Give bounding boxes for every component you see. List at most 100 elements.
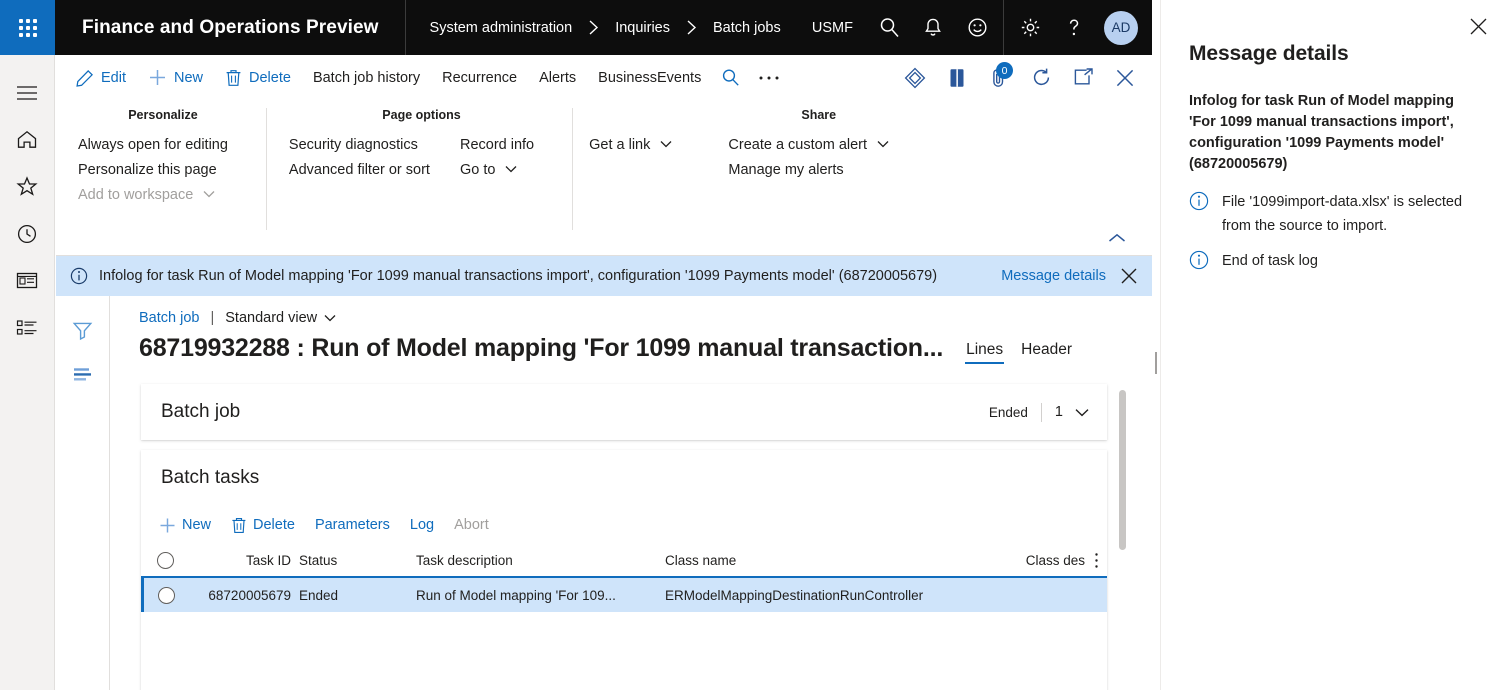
add-to-workspace-link: Add to workspace [78, 183, 248, 208]
personalize-this-page-link[interactable]: Personalize this page [78, 158, 248, 183]
new-button[interactable]: New [137, 55, 214, 100]
breadcrumb-item-batch-jobs[interactable]: Batch jobs [713, 20, 781, 36]
select-all-radio[interactable] [141, 552, 189, 569]
info-icon [70, 267, 88, 285]
app-launcher-button[interactable] [0, 0, 55, 55]
go-to-link[interactable]: Go to [460, 158, 554, 183]
list-item: File '1099import-data.xlsx' is selected … [1189, 190, 1484, 238]
filter-funnel-icon[interactable] [56, 308, 110, 352]
feedback-smiley-icon[interactable] [955, 0, 999, 55]
company-selector[interactable]: USMF [812, 20, 853, 36]
grid-options-kebab-icon[interactable] [1085, 552, 1107, 569]
content-scrollbar[interactable] [1119, 390, 1126, 680]
message-details-close-button[interactable] [1462, 10, 1494, 42]
page-title-row: 68719932288 : Run of Model mapping 'For … [111, 326, 1152, 366]
always-open-for-editing-link[interactable]: Always open for editing [78, 133, 248, 158]
collapse-action-pane-button[interactable] [1100, 225, 1134, 251]
create-a-custom-alert-link[interactable]: Create a custom alert [728, 133, 909, 158]
message-text: File '1099import-data.xlsx' is selected … [1222, 194, 1463, 234]
security-diagnostics-link[interactable]: Security diagnostics [289, 133, 450, 158]
modules-list-icon[interactable] [0, 304, 55, 351]
notification-bell-icon[interactable] [911, 0, 955, 55]
column-header-class-description[interactable]: Class des [1011, 553, 1085, 568]
recurrence-label: Recurrence [442, 69, 518, 86]
column-header-status[interactable]: Status [299, 553, 416, 568]
popout-icon[interactable] [1062, 55, 1104, 100]
business-events-button[interactable]: BusinessEvents [587, 55, 712, 100]
power-bi-icon[interactable] [894, 55, 936, 100]
close-icon[interactable] [1104, 55, 1146, 100]
plus-icon [148, 68, 167, 87]
show-filters-icon[interactable] [56, 352, 110, 396]
breadcrumb-item-system-administration[interactable]: System administration [430, 20, 573, 36]
column-header-task-description[interactable]: Task description [416, 553, 665, 568]
help-question-icon[interactable] [1052, 0, 1096, 55]
column-header-task-id[interactable]: Task ID [189, 553, 299, 568]
tasks-log-button[interactable]: Log [400, 506, 444, 544]
content-breadcrumb-row: Batch job | Standard view [111, 296, 1152, 326]
topbar-divider [1003, 0, 1004, 55]
batch-job-panel-header[interactable]: Batch job Ended 1 [141, 384, 1107, 440]
trash-icon [225, 69, 242, 87]
alerts-button[interactable]: Alerts [528, 55, 587, 100]
business-events-label: BusinessEvents [598, 69, 702, 86]
left-navigation-rail [0, 55, 55, 690]
batch-job-breadcrumb-link[interactable]: Batch job [139, 310, 199, 326]
page-title: 68719932288 : Run of Model mapping 'For … [139, 334, 944, 362]
favorites-star-icon[interactable] [0, 163, 55, 210]
alerts-label: Alerts [539, 69, 577, 86]
scrollbar-thumb[interactable] [1119, 390, 1126, 550]
batch-job-panel-summary: Ended 1 [989, 402, 1089, 422]
hamburger-menu-icon[interactable] [0, 69, 55, 116]
column-header-class-name[interactable]: Class name [665, 553, 1011, 568]
recent-clock-icon[interactable] [0, 210, 55, 257]
tab-header[interactable]: Header [1012, 341, 1081, 364]
office-icon[interactable] [936, 55, 978, 100]
panel-splitter-handle[interactable] [1153, 352, 1158, 374]
batch-tasks-panel-header[interactable]: Batch tasks [141, 450, 1107, 506]
info-icon [1189, 249, 1209, 273]
advanced-filter-or-sort-link[interactable]: Advanced filter or sort [289, 158, 450, 183]
panels-container: Batch job Ended 1 Batch tasks New Delete… [111, 366, 1152, 690]
table-row[interactable]: 68720005679 Ended Run of Model mapping '… [141, 578, 1107, 612]
tasks-new-button[interactable]: New [149, 506, 221, 544]
edit-button[interactable]: Edit [65, 55, 137, 100]
message-details-link[interactable]: Message details [1001, 268, 1106, 284]
attachments-icon[interactable]: 0 [978, 55, 1020, 100]
tasks-delete-button[interactable]: Delete [221, 506, 305, 544]
action-group-get-a-link: Get a link [572, 108, 710, 230]
batch-job-panel-title: Batch job [161, 401, 241, 422]
row-select-radio[interactable] [144, 586, 189, 604]
chevron-down-icon[interactable] [1075, 408, 1089, 417]
overflow-menu-button[interactable] [749, 55, 789, 100]
refresh-icon[interactable] [1020, 55, 1062, 100]
grid-empty-area [141, 612, 1107, 690]
tasks-parameters-button[interactable]: Parameters [305, 506, 400, 544]
content-tabs: Lines Header [957, 341, 1081, 366]
manage-my-alerts-link[interactable]: Manage my alerts [728, 158, 909, 183]
batch-job-history-button[interactable]: Batch job history [302, 55, 431, 100]
batch-tasks-panel-title: Batch tasks [161, 467, 260, 488]
delete-button[interactable]: Delete [214, 55, 302, 100]
avatar[interactable]: AD [1104, 10, 1138, 45]
search-icon[interactable] [867, 0, 911, 55]
record-info-link[interactable]: Record info [460, 133, 554, 158]
workspaces-icon[interactable] [0, 257, 55, 304]
command-search-button[interactable] [712, 55, 749, 100]
get-a-link-link[interactable]: Get a link [589, 133, 692, 158]
radio-icon [156, 552, 174, 569]
cell-task-description: Run of Model mapping 'For 109... [416, 587, 616, 603]
batch-tasks-grid: Task ID Status Task description Class na… [141, 544, 1107, 690]
settings-gear-icon[interactable] [1008, 0, 1052, 55]
breadcrumb-item-inquiries[interactable]: Inquiries [615, 20, 670, 36]
recurrence-button[interactable]: Recurrence [431, 55, 528, 100]
message-bar-close-button[interactable] [1106, 256, 1152, 296]
waffle-grid-icon [18, 18, 37, 37]
action-group-share: Share Create a custom alert Manage my al… [710, 108, 927, 230]
view-selector[interactable]: Standard view [225, 310, 336, 326]
action-group-personalize: Personalize Always open for editing Pers… [56, 108, 266, 230]
grid-header-row: Task ID Status Task description Class na… [141, 544, 1107, 578]
new-label: New [174, 69, 204, 86]
tab-lines[interactable]: Lines [957, 341, 1012, 364]
home-icon[interactable] [0, 116, 55, 163]
